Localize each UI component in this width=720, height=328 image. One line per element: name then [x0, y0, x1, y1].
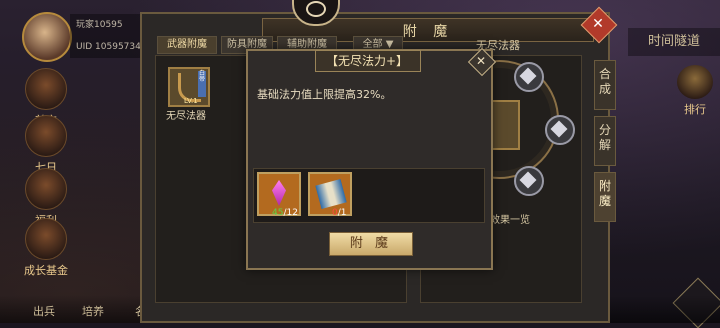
menu-label: 成长基金: [24, 264, 68, 277]
effect-list-label[interactable]: 效果一览: [490, 211, 530, 226]
rarity-badge: 白帝: [198, 71, 206, 97]
material-gem-count: 45/12: [272, 208, 298, 218]
side-tab-decompose[interactable]: 分解: [594, 116, 616, 166]
close-icon: ✕: [592, 16, 604, 32]
enchant-button[interactable]: 附 魔: [329, 232, 413, 256]
item-name: 无尽法器: [166, 111, 206, 122]
growth-fund-icon: [25, 218, 67, 260]
welfare-icon: [25, 168, 67, 210]
enchant-description: 基础法力值上限提高32%。: [257, 88, 392, 101]
gem-slot-1[interactable]: [514, 62, 544, 92]
enchant-scroll-icon: [315, 179, 347, 209]
player-avatar[interactable]: [22, 12, 72, 62]
gem-slot-2[interactable]: [545, 115, 575, 145]
side-tab-synthesize[interactable]: 合成: [594, 60, 616, 110]
purple-gem-icon: [272, 180, 286, 206]
ranking-button[interactable]: 排行: [675, 65, 715, 117]
player-name: 玩家10595: [76, 20, 123, 30]
side-tab-enchant[interactable]: 附魔: [594, 172, 616, 222]
seven-day-icon: [25, 115, 67, 157]
material-scroll-count: 0/1: [332, 208, 347, 218]
menu-seven-day[interactable]: 七日: [18, 115, 74, 175]
ranking-label: 排行: [684, 103, 706, 116]
player-uid: UID 10595734: [76, 42, 141, 52]
close-icon: ✕: [475, 54, 487, 68]
nav-train[interactable]: 培养: [82, 303, 104, 319]
time-tunnel-button[interactable]: 时间隧道: [628, 28, 720, 56]
ranking-icon: [677, 65, 713, 99]
nav-deploy[interactable]: 出兵: [33, 303, 55, 319]
menu-growth-fund[interactable]: 成长基金: [18, 218, 74, 278]
tab-weapon-enchant[interactable]: 武器附魔: [157, 36, 217, 54]
inventory-item[interactable]: 白帝 LV.1: [168, 67, 210, 107]
player-info: 玩家10595 UID 10595734: [70, 14, 146, 58]
modal-title: 【无尽法力+】: [325, 54, 409, 68]
gem-slot-3[interactable]: [514, 166, 544, 196]
first-charge-icon: [25, 68, 67, 110]
item-level: LV.1: [184, 97, 198, 105]
